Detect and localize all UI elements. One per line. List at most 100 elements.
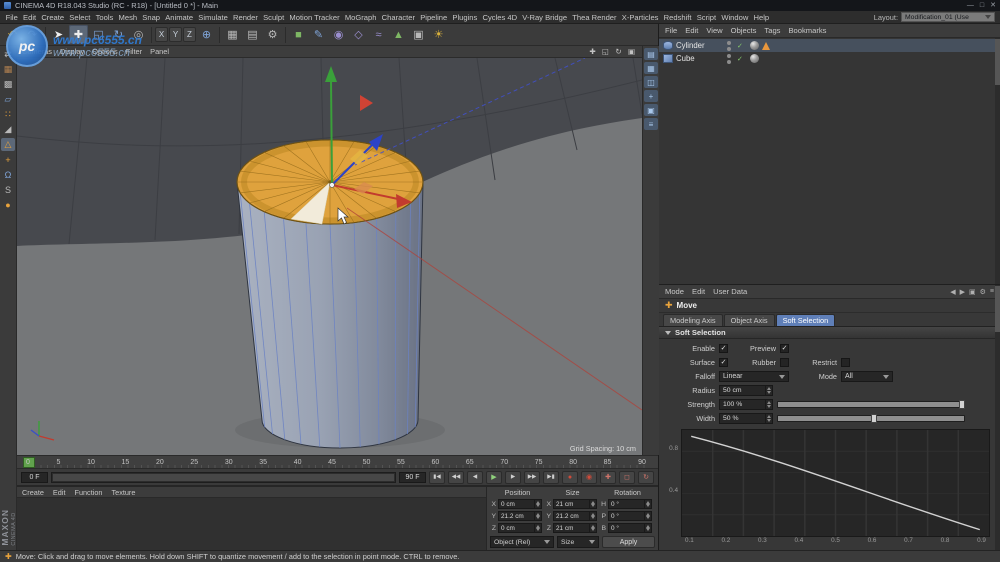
- visibility-dots[interactable]: [727, 53, 731, 64]
- add-spline-icon[interactable]: ✎: [309, 25, 328, 44]
- goto-start-button[interactable]: ▮◀: [429, 470, 445, 484]
- prev-key-button[interactable]: ◀◀: [448, 470, 464, 484]
- om-menu-view[interactable]: View: [706, 26, 722, 35]
- lock-x-axis-icon[interactable]: X: [155, 27, 168, 42]
- polygon-selection-tag-icon[interactable]: [761, 41, 770, 50]
- cylinder-top-cap[interactable]: [236, 139, 424, 225]
- rotation-b-field[interactable]: 0 °: [608, 523, 652, 533]
- size-mode-dropdown[interactable]: Size: [557, 536, 599, 548]
- falloff-dropdown[interactable]: Linear: [719, 371, 789, 382]
- structure-panel-icon[interactable]: ▣: [644, 104, 658, 116]
- menu-item-snap[interactable]: Snap: [140, 13, 163, 22]
- om-menu-tags[interactable]: Tags: [764, 26, 780, 35]
- pan-view-icon[interactable]: ✚: [587, 47, 598, 56]
- menu-item-simulate[interactable]: Simulate: [196, 13, 231, 22]
- position-z-field[interactable]: 0 cm: [498, 523, 542, 533]
- viewport-3d-scene[interactable]: [17, 58, 642, 455]
- material-menu-edit[interactable]: Edit: [53, 488, 66, 497]
- stepper-icon[interactable]: [765, 400, 772, 409]
- console-panel-icon[interactable]: ≡: [644, 118, 658, 130]
- object-manager-icon[interactable]: ▦: [644, 62, 658, 74]
- render-settings-icon[interactable]: ⚙: [263, 25, 282, 44]
- enable-checkbox[interactable]: ✓: [719, 344, 728, 353]
- menu-item-character[interactable]: Character: [379, 13, 418, 22]
- object-manager-scrollbar[interactable]: [995, 38, 1000, 284]
- surface-checkbox[interactable]: ✓: [719, 358, 728, 367]
- timeline-scrollbar[interactable]: [51, 471, 396, 483]
- strength-slider[interactable]: [777, 400, 965, 409]
- sculpt-icon[interactable]: ●: [1, 198, 15, 211]
- add-camera-icon[interactable]: ▣: [409, 25, 428, 44]
- size-x-field[interactable]: 21 cm: [553, 499, 597, 509]
- menu-item-mesh[interactable]: Mesh: [116, 13, 140, 22]
- record-position-button[interactable]: ✚: [600, 470, 616, 484]
- viewport-canvas[interactable]: Grid Spacing: 10 cm: [17, 58, 642, 455]
- menu-item-select[interactable]: Select: [67, 13, 93, 22]
- size-y-field[interactable]: 21.2 cm: [553, 511, 597, 521]
- visibility-dots[interactable]: [727, 40, 731, 51]
- am-menu-mode[interactable]: Mode: [665, 287, 684, 296]
- zoom-view-icon[interactable]: ◱: [600, 47, 611, 56]
- stepper-icon[interactable]: [534, 500, 541, 508]
- edges-mode-icon[interactable]: ◢: [1, 123, 15, 136]
- soft-selection-section-header[interactable]: Soft Selection: [659, 327, 1000, 339]
- menu-item-help[interactable]: Help: [751, 13, 772, 22]
- history-back-icon[interactable]: ◀: [950, 288, 955, 296]
- size-z-field[interactable]: 21 cm: [553, 523, 597, 533]
- object-row-cylinder[interactable]: Cylinder ✓: [659, 39, 1000, 52]
- width-field[interactable]: 50 %: [719, 413, 773, 424]
- stepper-icon[interactable]: [534, 524, 541, 532]
- add-light-icon[interactable]: ☀: [429, 25, 448, 44]
- stepper-icon[interactable]: [589, 524, 596, 532]
- tab-soft-selection[interactable]: Soft Selection: [775, 314, 836, 326]
- radius-field[interactable]: 50 cm: [719, 385, 773, 396]
- add-subdivision-icon[interactable]: ◉: [329, 25, 348, 44]
- position-x-field[interactable]: 0 cm: [498, 499, 542, 509]
- om-menu-objects[interactable]: Objects: [731, 26, 757, 35]
- record-rotation-button[interactable]: ↻: [638, 470, 654, 484]
- rotation-h-field[interactable]: 0 °: [608, 499, 652, 509]
- position-y-field[interactable]: 21.2 cm: [498, 511, 542, 521]
- points-mode-icon[interactable]: ∷: [1, 108, 15, 121]
- tab-object-axis[interactable]: Object Axis: [723, 314, 775, 326]
- menu-item-window[interactable]: Window: [719, 13, 751, 22]
- apply-button[interactable]: Apply: [602, 536, 655, 548]
- stepper-icon[interactable]: [765, 386, 772, 395]
- am-menu-user-data[interactable]: User Data: [713, 287, 747, 296]
- stepper-icon[interactable]: [534, 512, 541, 520]
- material-menu-function[interactable]: Function: [74, 488, 102, 497]
- menu-item-tools[interactable]: Tools: [93, 13, 116, 22]
- add-deformer-icon[interactable]: ≈: [369, 25, 388, 44]
- material-menu-texture[interactable]: Texture: [111, 488, 135, 497]
- lock-y-axis-icon[interactable]: Y: [169, 27, 182, 42]
- goto-end-button[interactable]: ▶▮: [543, 470, 559, 484]
- menu-item-cycles4d[interactable]: Cycles 4D: [480, 13, 520, 22]
- enable-axis-icon[interactable]: +: [1, 153, 15, 166]
- object-list[interactable]: Cylinder ✓ Cube ✓: [659, 38, 1000, 284]
- menu-item-pipeline[interactable]: Pipeline: [418, 13, 450, 22]
- add-primitive-icon[interactable]: ■: [289, 25, 308, 44]
- snap-icon[interactable]: Ω: [1, 168, 15, 181]
- attribute-manager-scrollbar[interactable]: [995, 285, 1000, 550]
- rotation-p-field[interactable]: 0 °: [608, 511, 652, 521]
- content-browser-icon[interactable]: ▤: [644, 48, 658, 60]
- viewport-solo-icon[interactable]: S: [1, 183, 15, 196]
- autokey-button[interactable]: ◉: [581, 470, 597, 484]
- next-key-button[interactable]: ▶▶: [524, 470, 540, 484]
- menu-item-xparticles[interactable]: X-Particles: [619, 13, 661, 22]
- coordinate-system-icon[interactable]: ⊕: [197, 25, 216, 44]
- tab-modeling-axis[interactable]: Modeling Axis: [663, 314, 723, 326]
- mode-dropdown[interactable]: All: [841, 371, 893, 382]
- add-generator-icon[interactable]: ◇: [349, 25, 368, 44]
- add-environment-icon[interactable]: ▲: [389, 25, 408, 44]
- menu-item-vray-bridge[interactable]: V-Ray Bridge: [520, 13, 570, 22]
- workplane-mode-icon[interactable]: ▱: [1, 93, 15, 106]
- record-keyframe-button[interactable]: ●: [562, 470, 578, 484]
- material-manager-icon[interactable]: ◫: [644, 76, 658, 88]
- gear-icon[interactable]: ⚙: [980, 288, 986, 296]
- width-slider[interactable]: [777, 414, 965, 423]
- strength-field[interactable]: 100 %: [719, 399, 773, 410]
- restrict-checkbox[interactable]: [841, 358, 850, 367]
- object-name[interactable]: Cube: [676, 54, 720, 63]
- play-button[interactable]: ▶: [486, 470, 502, 484]
